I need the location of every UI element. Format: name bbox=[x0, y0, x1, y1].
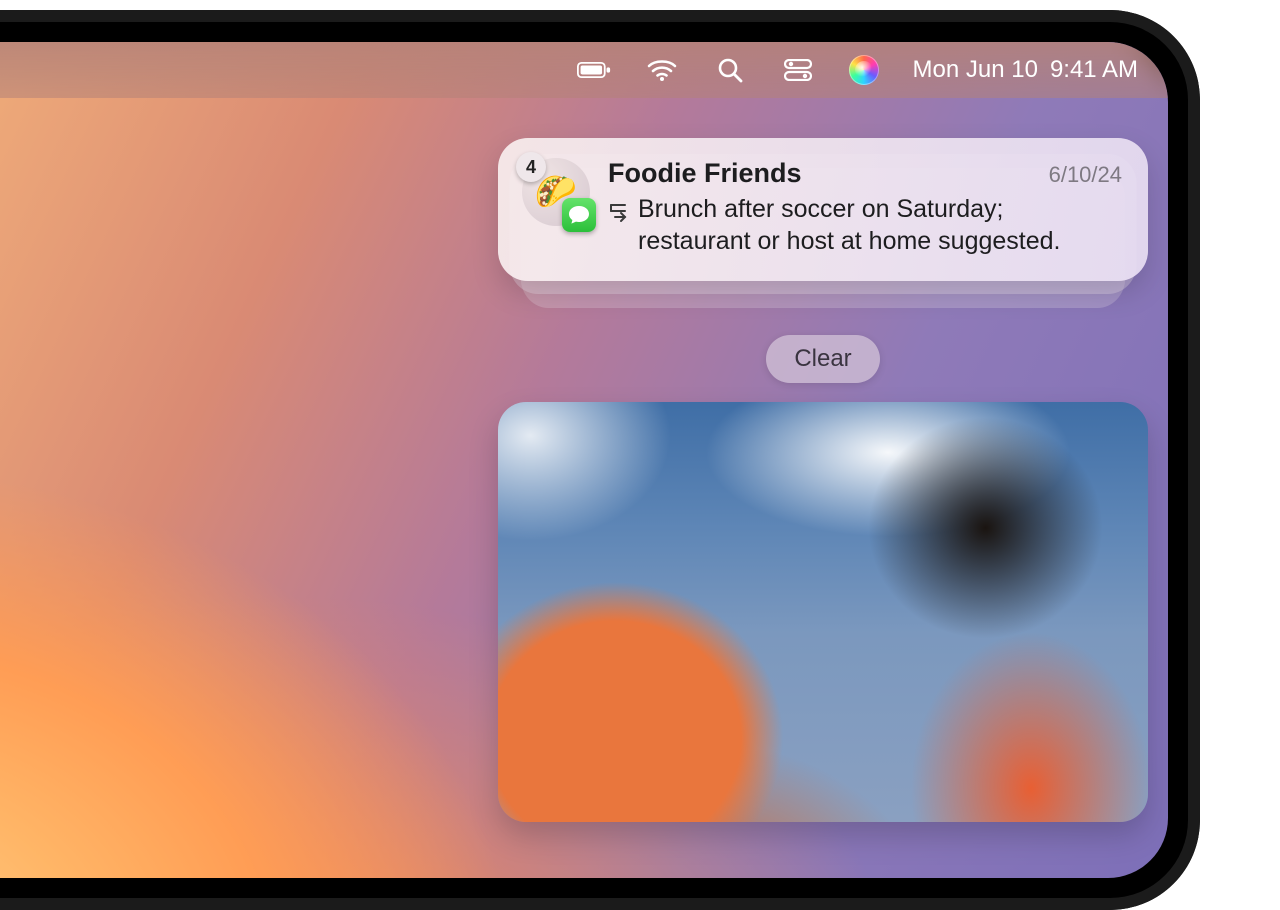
menu-bar-datetime[interactable]: Mon Jun 10 9:41 AM bbox=[913, 58, 1138, 82]
group-avatar: 🌮 4 bbox=[522, 158, 590, 226]
notification-card[interactable]: 🌮 4 Foodie Friends 6/10/24 bbox=[498, 138, 1148, 281]
menu-bar-date: Mon Jun 10 bbox=[913, 58, 1038, 82]
notification-stack[interactable]: 🌮 4 Foodie Friends 6/10/24 bbox=[498, 138, 1148, 281]
siri-icon[interactable] bbox=[849, 55, 879, 85]
notification-timestamp: 6/10/24 bbox=[1049, 162, 1122, 188]
menu-bar-time: 9:41 AM bbox=[1050, 58, 1138, 82]
clear-button[interactable]: Clear bbox=[766, 335, 879, 383]
spotlight-search-icon[interactable] bbox=[713, 53, 747, 87]
desktop-screen: Mon Jun 10 9:41 AM 🌮 4 bbox=[0, 42, 1168, 878]
menu-bar: Mon Jun 10 9:41 AM bbox=[0, 42, 1168, 98]
notification-body: Brunch after soccer on Saturday; restaur… bbox=[638, 193, 1122, 257]
photos-widget[interactable] bbox=[498, 402, 1148, 822]
wifi-icon[interactable] bbox=[645, 53, 679, 87]
notification-center: 🌮 4 Foodie Friends 6/10/24 bbox=[498, 138, 1148, 383]
control-center-icon[interactable] bbox=[781, 53, 815, 87]
notification-count-badge: 4 bbox=[516, 152, 546, 182]
notification-content: Foodie Friends 6/10/24 bbox=[608, 158, 1122, 257]
messages-app-icon bbox=[562, 198, 596, 232]
summary-icon bbox=[608, 199, 630, 257]
battery-icon[interactable] bbox=[577, 53, 611, 87]
laptop-bezel: Mon Jun 10 9:41 AM 🌮 4 bbox=[0, 10, 1200, 910]
notification-title: Foodie Friends bbox=[608, 158, 802, 189]
